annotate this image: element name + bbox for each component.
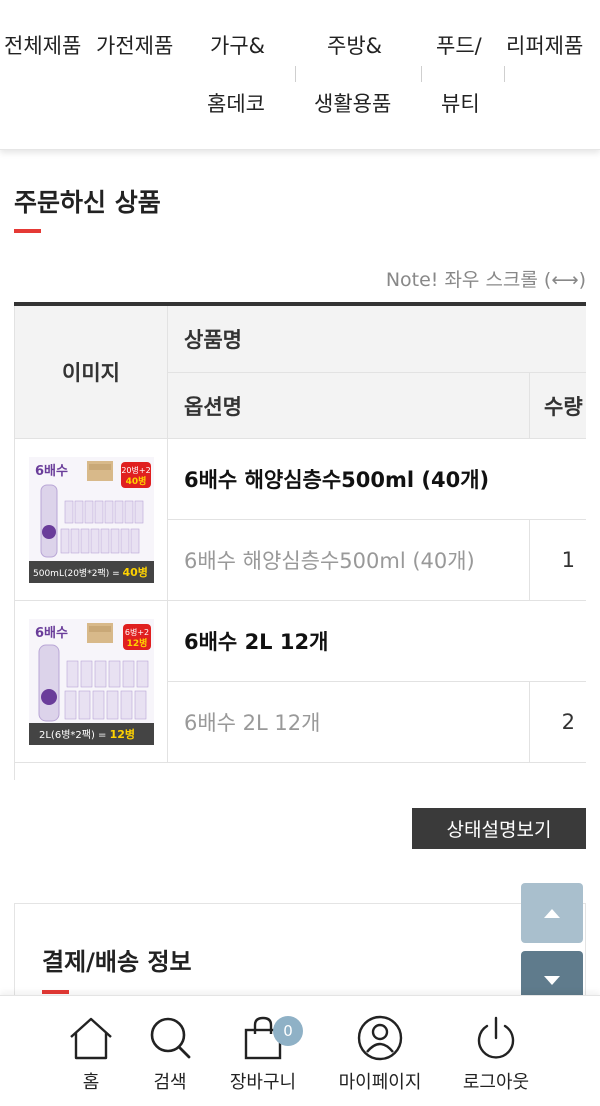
thumb-promo-bottom: 12병 [126,637,147,649]
option-name: 6배수 해양심층수500ml (40개) [168,520,530,601]
nav-mypage[interactable]: 마이페이지 [325,996,435,1106]
quantity-value: 2 [530,682,586,763]
nav-mypage-label: 마이페이지 [338,1072,422,1093]
category-refurbished[interactable]: 리퍼제품 [506,32,600,60]
cart-count-badge: 0 [273,1016,303,1046]
category-furniture-line1[interactable]: 가구& [210,32,265,60]
nav-home-label: 홈 [82,1072,100,1093]
category-furniture-line2[interactable]: 홈데코 [207,90,265,118]
search-icon [145,1014,195,1062]
thumb-brand: 6배수 [35,463,68,479]
status-description-button[interactable]: 상태설명보기 [412,808,586,849]
category-appliances[interactable]: 가전제품 [96,32,187,60]
caret-down-icon [544,976,560,985]
title-underline [42,990,69,994]
thumb-caption: 2L(6병*2팩) = [39,729,110,741]
bottom-nav: 홈 검색 0 장바구니 마이페이지 로그아웃 [0,995,600,1106]
category-divider [504,66,505,82]
category-food-line1[interactable]: 푸드/ [436,32,482,60]
header-quantity: 수량 [530,373,586,439]
product-image-cell: 6배수 20병+2 40병 500mL(20병*2팩) = 40병 [14,439,168,601]
home-icon [66,1014,116,1062]
product-name[interactable]: 6배수 해양심층수500ml (40개) [168,439,586,520]
thumb-caption-highlight: 12병 [109,727,134,741]
scroll-top-button[interactable] [521,883,583,943]
category-kitchen-line2[interactable]: 생활용품 [314,90,391,118]
power-icon [471,1014,521,1062]
nav-search-label: 검색 [153,1072,187,1093]
header-option-name: 옵션명 [168,373,530,439]
category-nav: 전체제품 가전제품 가구& 홈데코 주방& 생활용품 푸드/ 뷰티 리퍼제품 [0,0,600,150]
category-divider [295,66,296,82]
svg-text:2L(6병*2팩) = 12병: 2L(6병*2팩) = 12병 [39,727,135,741]
thumb-promo-top: 20병+2 [121,466,150,475]
thumb-promo-top: 6병+2 [124,628,148,637]
header-product-name: 상품명 [168,306,586,373]
nav-logout-label: 로그아웃 [462,1072,530,1093]
order-table[interactable]: 이미지 상품명 옵션명 수량 6배수 20병+2 40병 500mL(20병*2… [14,302,586,780]
nav-cart[interactable]: 0 장바구니 [208,996,318,1106]
option-name: 6배수 2L 12개 [168,682,530,763]
page-title: 주문하신 상품 [14,188,161,217]
product-thumbnail[interactable]: 6배수 20병+2 40병 500mL(20병*2팩) = 40병 [28,456,154,583]
category-kitchen-line1[interactable]: 주방& [327,32,382,60]
scroll-note: Note! 좌우 스크롤 (⟷) [385,269,586,291]
nav-cart-label: 장바구니 [229,1072,297,1093]
caret-up-icon [544,909,560,918]
product-image-cell: 6배수 6병+2 12병 2L(6병*2팩) = 12병 [14,601,168,763]
table-row-partial [14,763,586,780]
user-icon [355,1014,405,1062]
product-name[interactable]: 6배수 2L 12개 [168,601,586,682]
title-underline [14,229,41,233]
thumb-caption: 500mL(20병*2팩) = [33,568,122,579]
thumb-promo-bottom: 40병 [125,475,146,487]
category-divider [421,66,422,82]
product-thumbnail[interactable]: 6배수 6병+2 12병 2L(6병*2팩) = 12병 [28,618,154,745]
quantity-value: 1 [530,520,586,601]
header-image: 이미지 [14,306,168,439]
payment-section-title: 결제/배송 정보 [42,948,192,976]
thumb-brand: 6배수 [35,625,68,641]
nav-logout[interactable]: 로그아웃 [441,996,551,1106]
thumb-caption-highlight: 40병 [122,565,147,579]
category-food-line2[interactable]: 뷰티 [441,90,480,118]
shopping-bag-icon: 0 [238,1014,303,1062]
